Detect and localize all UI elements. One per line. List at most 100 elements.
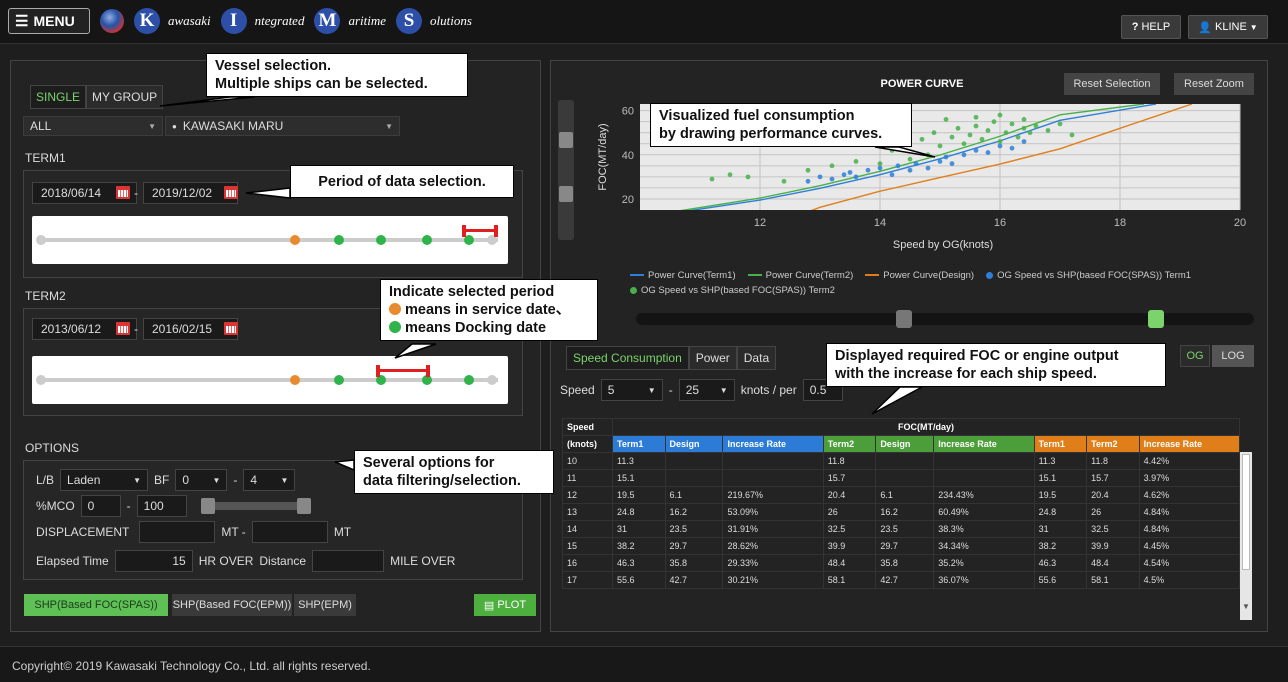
x-axis-label: Speed by OG(knots) bbox=[893, 239, 993, 251]
table-scrollbar[interactable]: ▼ bbox=[1240, 452, 1252, 620]
range-handle-right[interactable] bbox=[426, 365, 430, 377]
column-header[interactable]: Increase Rate bbox=[722, 435, 824, 453]
data-point bbox=[889, 172, 895, 178]
data-point bbox=[943, 154, 949, 160]
callout-options: Several options for data filtering/selec… bbox=[354, 450, 554, 494]
x-tick-label: 12 bbox=[754, 217, 766, 229]
term2-timeline[interactable] bbox=[32, 356, 508, 404]
column-header[interactable]: Design bbox=[875, 435, 935, 453]
tab-my-group[interactable]: MY GROUP bbox=[86, 85, 164, 109]
legend-item[interactable]: Power Curve(Term2) bbox=[747, 268, 853, 283]
data-point bbox=[745, 174, 751, 180]
selected-range-bar[interactable] bbox=[378, 369, 428, 372]
slider-handle-max[interactable] bbox=[559, 132, 573, 148]
plot-button[interactable]: ▤ PLOT bbox=[474, 594, 536, 616]
slider-handle-min[interactable] bbox=[559, 186, 573, 202]
table-cell: 19.5 bbox=[612, 486, 666, 504]
mco-slider[interactable] bbox=[200, 498, 311, 514]
column-header[interactable]: Term2 bbox=[822, 435, 877, 453]
table-cell: 15 bbox=[562, 537, 613, 555]
speed-to-select[interactable]: 25 ▼ bbox=[678, 379, 735, 401]
mco-from-input[interactable]: 0 bbox=[80, 495, 121, 517]
shp-spas-button[interactable]: SHP(Based FOC(SPAS)) bbox=[24, 594, 168, 616]
slider-handle-max[interactable] bbox=[296, 498, 311, 514]
scroll-down-icon[interactable]: ▼ bbox=[1242, 602, 1250, 611]
table-cell: 30.21% bbox=[722, 571, 824, 589]
term1-timeline[interactable] bbox=[32, 216, 508, 264]
orange-dot-icon bbox=[389, 303, 401, 315]
elapsed-time-input[interactable]: 15 bbox=[114, 550, 193, 572]
caret-down-icon: ▼ bbox=[719, 385, 728, 395]
table-cell: 36.07% bbox=[933, 571, 1035, 589]
bf-to-select[interactable]: 4 ▼ bbox=[243, 469, 296, 491]
company-logo bbox=[100, 9, 124, 33]
slider-handle-min[interactable] bbox=[896, 310, 912, 328]
shp-epm-foc-button[interactable]: SHP(Based FOC(EPM)) bbox=[172, 594, 292, 616]
range-handle-left[interactable] bbox=[462, 225, 466, 237]
range-handle-left[interactable] bbox=[376, 365, 380, 377]
table-cell bbox=[664, 452, 724, 470]
vessel-select[interactable]: ● KAWASAKI MARU ▼ bbox=[165, 116, 400, 136]
in-service-dot bbox=[290, 235, 300, 245]
calendar-icon[interactable] bbox=[116, 322, 130, 335]
table-cell: 32.5 bbox=[1086, 520, 1140, 538]
legend-item[interactable]: OG Speed vs SHP(based FOC(SPAS)) Term2 bbox=[630, 283, 835, 298]
speed-from-select[interactable]: 5 ▼ bbox=[600, 379, 663, 401]
legend-item[interactable]: OG Speed vs SHP(based FOC(SPAS)) Term1 bbox=[986, 268, 1191, 283]
bf-from-select[interactable]: 0 ▼ bbox=[175, 469, 228, 491]
table-cell: 28.62% bbox=[722, 537, 824, 555]
top-bar: ☰ MENU Kawasaki Integrated Maritime Solutio… bbox=[0, 0, 1288, 44]
column-header[interactable]: Design bbox=[664, 435, 724, 453]
selected-range-bar[interactable] bbox=[464, 229, 496, 232]
range-handle-right[interactable] bbox=[494, 225, 498, 237]
displacement-to-input[interactable] bbox=[251, 521, 328, 543]
slider-handle-min[interactable] bbox=[200, 498, 215, 514]
caret-down-icon: ▼ bbox=[647, 385, 656, 395]
column-header[interactable]: Increase Rate bbox=[1138, 435, 1241, 453]
displacement-from-input[interactable] bbox=[139, 521, 216, 543]
tab-data[interactable]: Data bbox=[736, 346, 777, 370]
mco-to-input[interactable]: 100 bbox=[136, 495, 187, 517]
lb-select[interactable]: Laden ▼ bbox=[60, 469, 149, 491]
distance-input[interactable] bbox=[312, 550, 385, 572]
table-cell: 42.7 bbox=[664, 571, 724, 589]
column-header[interactable]: Increase Rate bbox=[933, 435, 1035, 453]
column-header[interactable]: Term1 bbox=[1033, 435, 1088, 453]
tab-single[interactable]: SINGLE bbox=[30, 85, 87, 109]
data-point bbox=[841, 172, 847, 178]
vertical-range-slider[interactable] bbox=[558, 100, 574, 240]
slider-handle-max[interactable] bbox=[1148, 310, 1164, 328]
column-header[interactable]: Term2 bbox=[1086, 435, 1140, 453]
shp-epm-button[interactable]: SHP(EPM) bbox=[294, 594, 356, 616]
column-header[interactable]: Term1 bbox=[612, 435, 666, 453]
data-point bbox=[949, 161, 955, 167]
help-button[interactable]: ? HELP bbox=[1121, 15, 1181, 39]
log-toggle[interactable]: LOG bbox=[1212, 345, 1254, 367]
speed-range-row: Speed 5 ▼ - 25 ▼ knots / per 0.5 bbox=[560, 378, 843, 402]
calendar-icon[interactable] bbox=[224, 322, 238, 335]
user-menu-button[interactable]: 👤 KLINE ▼ bbox=[1188, 15, 1268, 39]
tab-power[interactable]: Power bbox=[688, 346, 737, 370]
brand-word: awasaki bbox=[168, 13, 211, 28]
scrollbar-thumb[interactable] bbox=[1242, 454, 1250, 570]
data-point bbox=[1033, 123, 1039, 129]
og-toggle[interactable]: OG bbox=[1180, 345, 1210, 367]
legend-item[interactable]: Power Curve(Term1) bbox=[630, 268, 736, 283]
timeline-start-dot bbox=[36, 375, 46, 385]
callout-displayed: Displayed required FOC or engine output … bbox=[826, 343, 1166, 387]
in-service-dot bbox=[290, 375, 300, 385]
table-cell: 11 bbox=[562, 469, 613, 487]
data-point bbox=[955, 125, 961, 131]
table-cell: 20.4 bbox=[1086, 486, 1140, 504]
data-point bbox=[1069, 132, 1075, 138]
calendar-icon[interactable] bbox=[224, 186, 238, 199]
vessel-group-select[interactable]: ALL ▼ bbox=[23, 116, 163, 136]
table-cell: 11.3 bbox=[1033, 452, 1088, 470]
legend-item[interactable]: Power Curve(Design) bbox=[865, 268, 974, 283]
x-tick-label: 16 bbox=[994, 217, 1006, 229]
tab-speed-consumption[interactable]: Speed Consumption bbox=[566, 346, 689, 370]
calendar-icon[interactable] bbox=[116, 186, 130, 199]
speed-range-slider[interactable] bbox=[636, 310, 1254, 328]
selected-marker-icon: ● bbox=[172, 121, 177, 131]
menu-button[interactable]: ☰ MENU bbox=[8, 8, 90, 34]
